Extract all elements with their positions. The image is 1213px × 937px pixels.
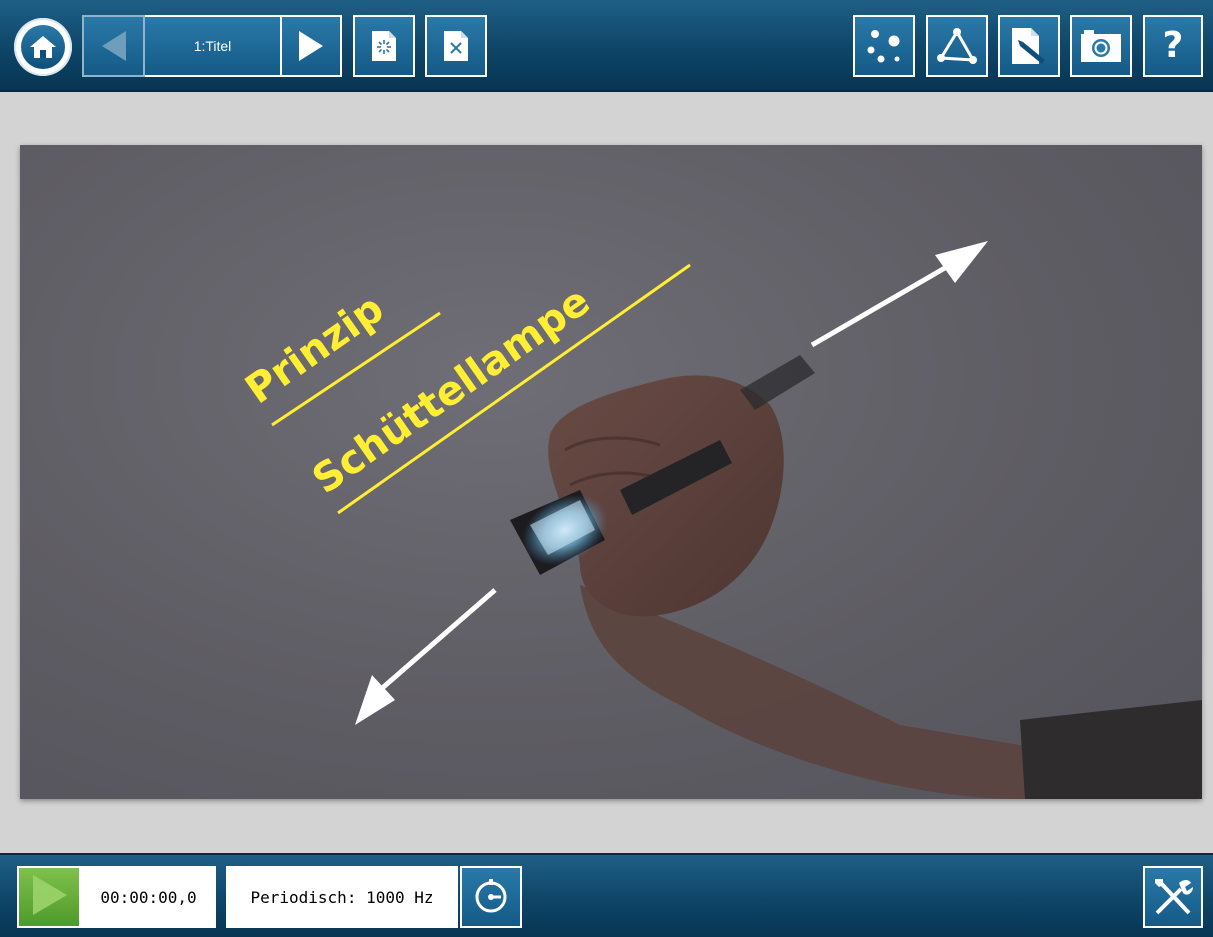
home-icon [21,25,65,69]
play-icon [29,873,69,921]
arrow-left-icon [98,29,130,63]
time-display: 00:00:00,0 [81,866,216,928]
annotate-button[interactable] [998,15,1060,77]
new-page-button[interactable] [353,15,415,77]
arrow-right-icon [295,29,327,63]
page-title: 1:Titel [145,15,280,77]
measurement-mode[interactable]: Periodisch: 1000 Hz [226,866,458,928]
points-button[interactable] [853,15,915,77]
new-page-icon [370,29,398,63]
triangle-tool-button[interactable] [926,15,988,77]
home-button[interactable] [14,18,72,76]
close-page-button[interactable] [425,15,487,77]
previous-page-button[interactable] [82,15,145,77]
pen-annotate-icon [1009,26,1049,66]
trigger-button[interactable] [460,866,522,928]
tools-icon [1151,875,1195,919]
help-icon: ? [1162,25,1184,66]
camera-button[interactable] [1070,15,1132,77]
slide-title-line1: Prinzip [237,286,392,414]
close-page-icon [442,29,470,63]
next-page-button[interactable] [280,15,342,77]
help-button[interactable]: ? [1143,15,1203,77]
top-toolbar: 1:Titel ? [0,0,1213,92]
settings-button[interactable] [1143,866,1203,928]
camera-icon [1079,28,1123,64]
slide-canvas: Prinzip Schüttellampe [20,145,1202,799]
play-button[interactable] [17,866,81,928]
slide-image: Prinzip Schüttellampe [237,241,1202,799]
trigger-icon [471,877,511,917]
triangle-tool-icon [935,26,979,66]
points-icon [864,26,904,66]
